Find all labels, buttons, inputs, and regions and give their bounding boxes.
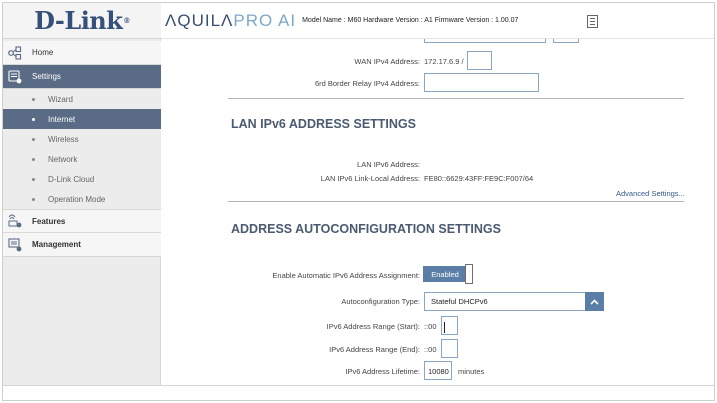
range-end-input[interactable] [441,339,458,358]
sidebar-nav: Home Settings Wizard Internet Wireless N… [3,41,161,257]
logo-registered-mark: ® [123,16,130,25]
range-start-label: IPv6 Address Range (Start): [326,322,420,331]
bullet-icon [32,178,35,181]
home-network-icon [8,45,22,60]
sidebar-subitem-label: Wizard [48,94,73,104]
sidebar-subitem-dlink-cloud[interactable]: D-Link Cloud [3,169,161,189]
brand-aquila: ΛQUILΛ [165,10,234,30]
wan-ipv4-prefix-input[interactable] [467,51,492,70]
sidebar-item-features-label: Features [32,216,66,226]
dlink-logo[interactable]: D-Link ® [3,3,161,39]
brand-pro: PRO [233,10,274,30]
sidebar-subitem-label: Operation Mode [48,194,106,204]
lan-ipv6-address-label: LAN IPv6 Address: [357,160,420,169]
field-top-clipped[interactable] [424,39,546,43]
sidebar-item-settings[interactable]: Settings [3,65,161,89]
logo-text: D-Link [34,6,123,35]
lan-ipv6-link-local-value: FE80::6629:43FF:FE9C:F007/64 [424,174,534,183]
footer-band [3,385,714,400]
sidebar-subitem-wizard[interactable]: Wizard [3,89,161,109]
help-document-icon[interactable] [587,15,598,28]
lifetime-value: 10080 [428,367,449,376]
sidebar-item-management-label: Management [32,240,81,249]
features-icon [8,214,22,228]
advanced-settings-link[interactable]: Advanced Settings... [616,189,685,198]
bullet-icon [32,118,35,121]
sidebar-subitem-label: Internet [48,114,76,124]
sidebar-subitem-wireless[interactable]: Wireless [3,129,161,149]
relay-ipv4-input[interactable] [424,73,539,92]
model-firmware-info: Model Name : M60 Hardware Version : A1 F… [302,17,519,24]
enable-assignment-toggle[interactable]: Enabled [423,264,473,284]
sidebar-subitem-label: D-Link Cloud [48,174,95,184]
autoconf-section-title: ADDRESS AUTOCONFIGURATION SETTINGS [231,222,501,236]
sidebar-item-management[interactable]: Management [3,233,161,257]
lan-ipv6-section-title: LAN IPv6 ADDRESS SETTINGS [231,117,416,131]
main-content: WAN IPv4 Address: 172.17.6.9 / 6rd Borde… [176,39,714,385]
divider [228,98,684,99]
range-end-label: IPv6 Address Range (End): [329,345,420,354]
sidebar-subitem-operation-mode[interactable]: Operation Mode [3,189,161,209]
sidebar-subitem-label: Wireless [48,134,79,144]
lifetime-input[interactable]: 10080 [424,361,452,380]
brand-ai: AI [278,10,297,30]
autoconf-type-label: Autoconfiguration Type: [341,297,420,306]
toggle-state-label: Enabled [423,266,467,282]
enable-assignment-label: Enable Automatic IPv6 Address Assignment… [272,271,420,280]
relay-ipv4-label: 6rd Border Relay IPv4 Address: [314,79,420,88]
sidebar-item-home-label: Home [32,48,54,57]
sidebar-subitem-label: Network [48,154,78,164]
bullet-icon [32,158,35,161]
bullet-icon [32,138,35,141]
toggle-knob [465,264,473,284]
wan-ipv4-label: WAN IPv4 Address: [354,57,420,66]
management-icon [8,237,22,252]
text-caret [444,322,445,333]
range-end-prefix: ::00 [424,345,437,354]
lifetime-unit: minutes [458,367,485,376]
sidebar-subitem-internet[interactable]: Internet [3,109,161,129]
wan-ipv4-value: 172.17.6.9 / [424,57,464,66]
range-start-prefix: ::00 [424,322,437,331]
bullet-icon [32,98,35,101]
sidebar: D-Link ® Home Settings Wizard Internet W… [3,3,161,385]
lan-ipv6-link-local-label: LAN IPv6 Link-Local Address: [320,174,420,183]
sidebar-subitem-network[interactable]: Network [3,149,161,169]
autoconf-type-select[interactable]: Stateful DHCPv6 [424,292,604,311]
product-brand: ΛQUILΛPRO AI [165,11,296,31]
sidebar-item-home[interactable]: Home [3,41,161,65]
sidebar-item-settings-label: Settings [32,72,61,81]
settings-icon [8,69,22,84]
sidebar-item-features[interactable]: Features [3,209,161,233]
bullet-icon [32,198,35,201]
router-admin-window: D-Link ® Home Settings Wizard Internet W… [2,2,715,401]
autoconf-type-value: Stateful DHCPv6 [431,297,488,306]
top-header: ΛQUILΛPRO AI Model Name : M60 Hardware V… [161,3,714,39]
field-top-clipped-small[interactable] [553,39,579,43]
divider [228,201,684,202]
lifetime-label: IPv6 Address Lifetime: [345,367,420,376]
chevron-up-icon[interactable] [585,292,604,311]
